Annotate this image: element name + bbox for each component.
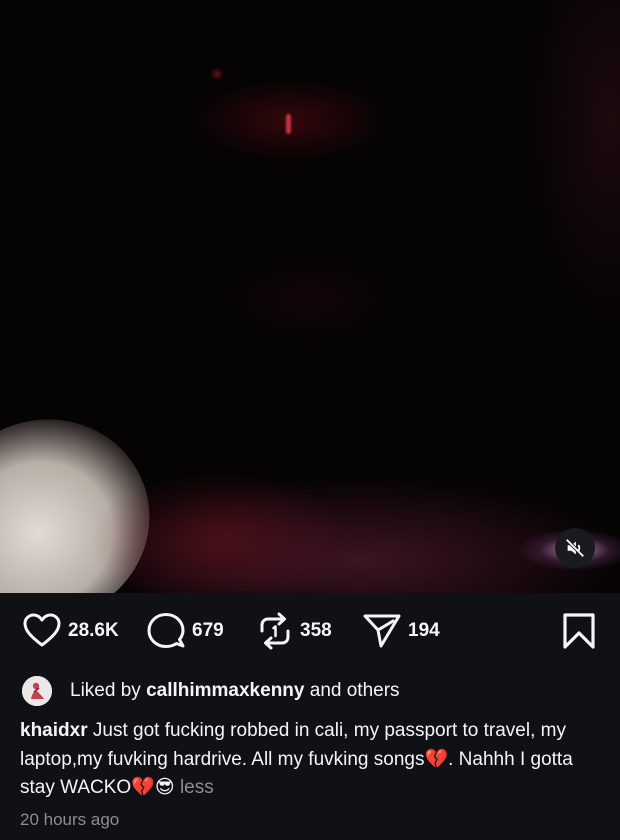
comment-button[interactable]: 679 <box>146 605 224 657</box>
bookmark-icon <box>563 613 595 649</box>
liked-by-avatar[interactable] <box>22 676 52 706</box>
share-button[interactable]: 194 <box>362 605 440 657</box>
mute-toggle-button[interactable] <box>555 528 595 568</box>
avatar-figure-icon <box>22 676 52 706</box>
like-count: 28.6K <box>68 620 119 641</box>
save-button[interactable] <box>562 605 596 657</box>
comment-count: 679 <box>192 620 224 641</box>
less-link[interactable]: less <box>180 777 214 798</box>
liked-by-prefix: Liked by <box>70 680 141 701</box>
video-red-light-small <box>213 70 221 78</box>
repost-button[interactable]: 358 <box>256 605 332 657</box>
repost-icon <box>260 612 290 650</box>
post-caption: khaidxr Just got fucking robbed in cali,… <box>20 717 600 803</box>
post-actions-bar: 28.6K 679 358 194 <box>0 605 620 657</box>
send-icon <box>363 614 401 648</box>
post-video[interactable] <box>0 0 620 593</box>
caption-username[interactable]: khaidxr <box>20 720 88 741</box>
like-button[interactable]: 28.6K <box>22 605 119 657</box>
speaker-muted-icon <box>565 538 585 558</box>
liked-by-suffix[interactable]: and others <box>310 680 400 702</box>
liked-by-user[interactable]: callhimmaxkenny <box>146 680 304 702</box>
comment-bubble-icon <box>147 613 185 648</box>
caption-text: Just got fucking robbed in cali, my pass… <box>20 720 573 798</box>
liked-by-row: Liked by callhimmaxkenny and others <box>22 674 400 708</box>
heart-icon <box>23 613 61 647</box>
post-timestamp: 20 hours ago <box>20 810 120 829</box>
share-count: 194 <box>408 620 440 641</box>
video-red-light <box>286 114 291 134</box>
repost-count: 358 <box>300 620 332 641</box>
